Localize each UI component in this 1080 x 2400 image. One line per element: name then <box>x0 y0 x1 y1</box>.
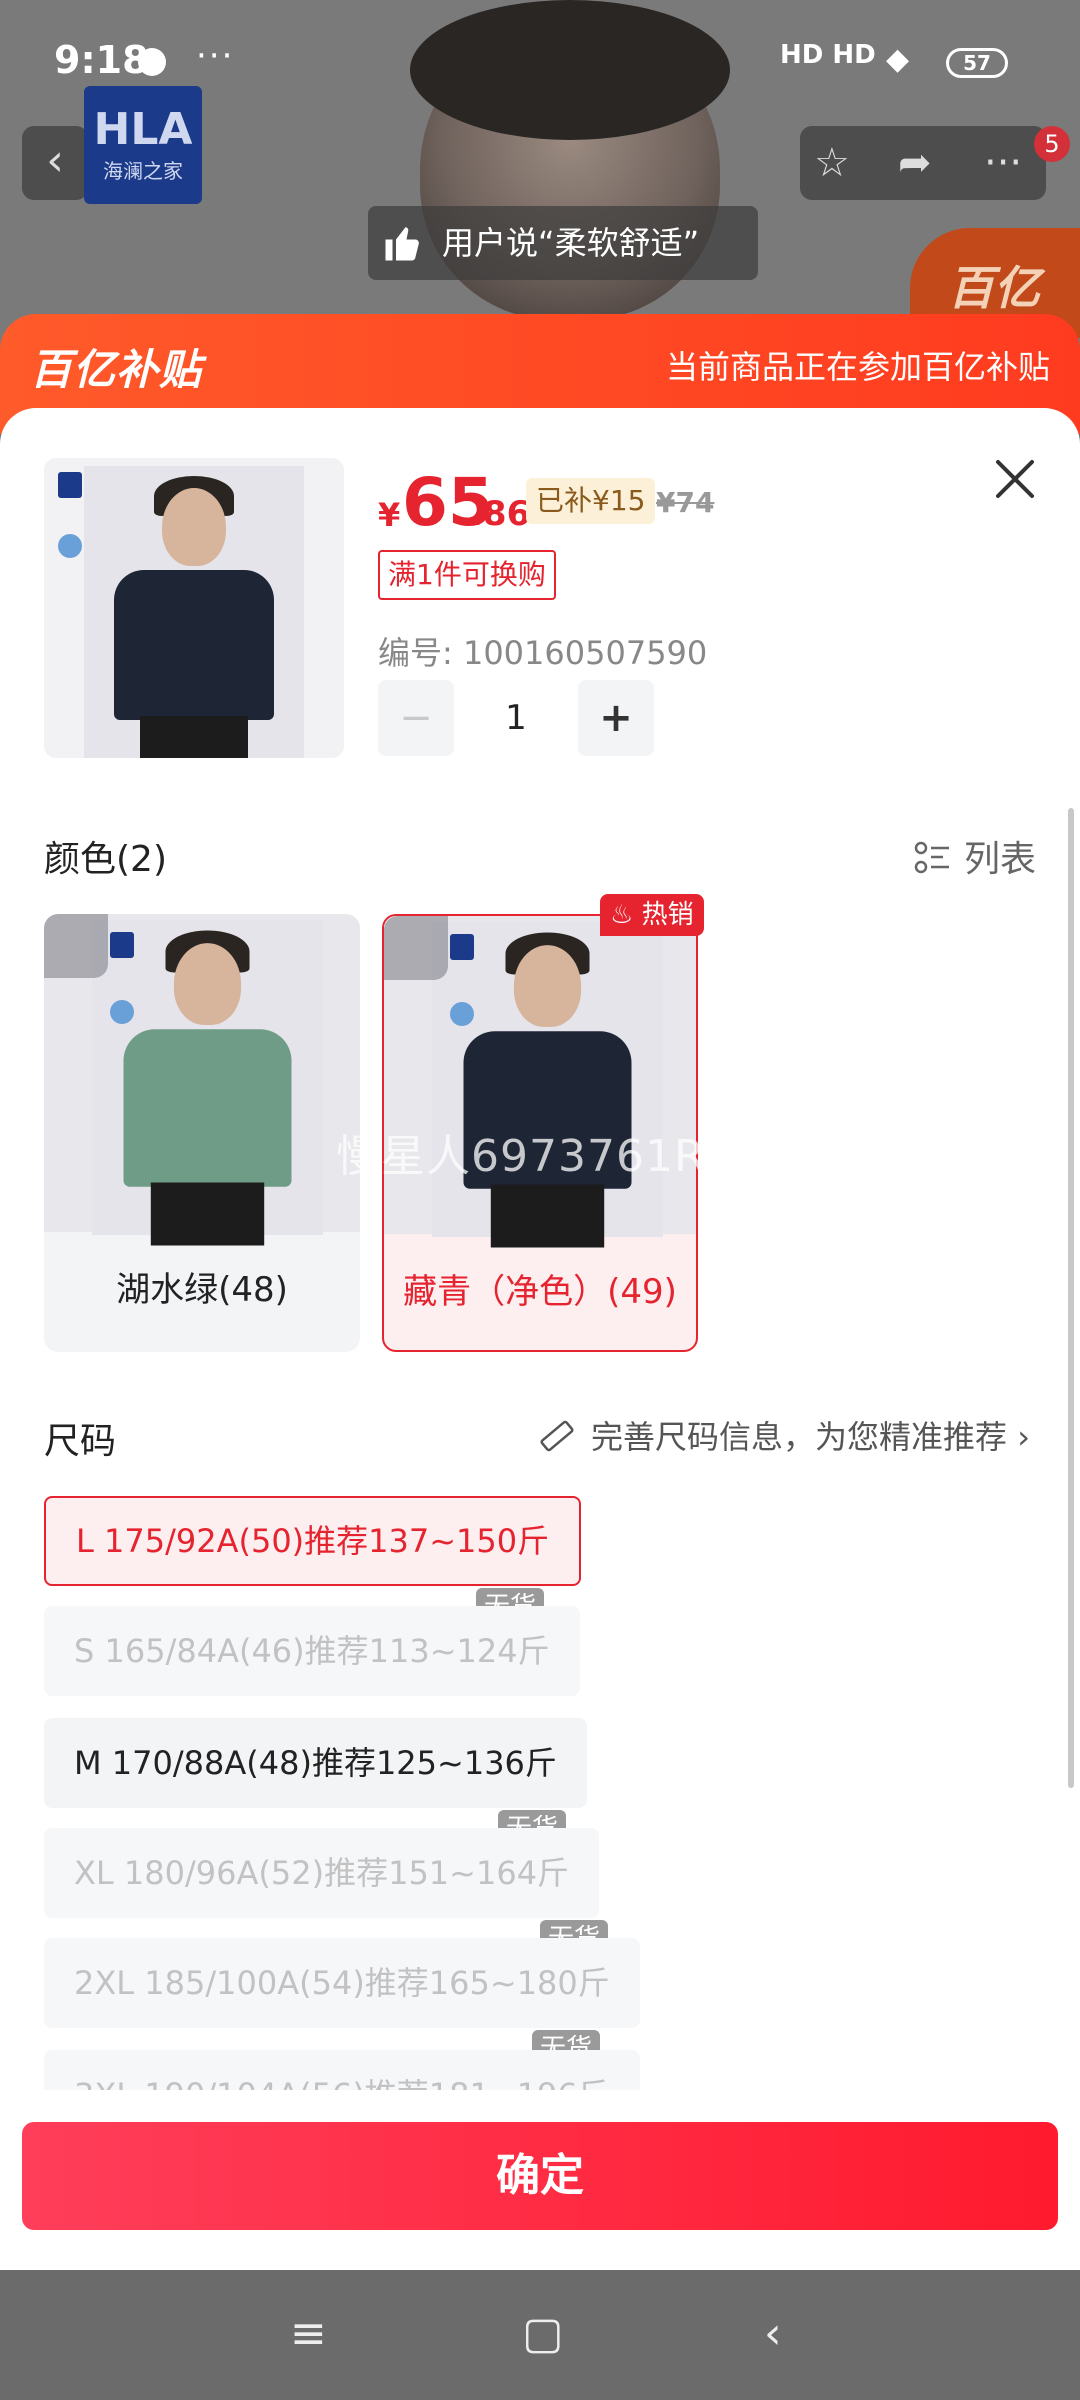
battery-icon: 57 <box>946 48 1008 78</box>
subsidy-logo: 百亿补贴 <box>30 345 203 394</box>
size-guide-text: 完善尺码信息，为您精准推荐 <box>591 1418 1008 1456</box>
price-currency: ¥ <box>378 496 401 534</box>
quantity-stepper: − 1 + <box>378 680 658 756</box>
status-more: ··· <box>196 36 235 76</box>
color-section-title: 颜色(2) <box>44 839 167 880</box>
watermark: 慢星人6973761R1 <box>336 1131 735 1182</box>
confirm-area: 确定 <box>0 2090 1080 2270</box>
list-view-toggle[interactable]: 列表 <box>914 830 1036 882</box>
sku-number: 编号: 100160507590 <box>378 634 708 672</box>
status-time: 9:18 <box>54 38 149 82</box>
back-icon[interactable]: ‹ <box>764 2308 782 2359</box>
more-icon[interactable]: ··· <box>984 140 1022 186</box>
brand-chip-icon <box>58 472 82 498</box>
hot-sale-badge: ♨ 热销 <box>600 894 704 936</box>
color-option-label: 藏青（净色）(49) <box>403 1272 677 1312</box>
confirm-button[interactable]: 确定 <box>22 2122 1058 2230</box>
sku-selection-sheet: ¥ 65 .86 已补¥15 ¥74 满1件可换购 编号: 1001605075… <box>0 408 1080 2270</box>
favorite-star-icon[interactable]: ☆ <box>814 140 850 186</box>
size-option-l[interactable]: L 175/92A(50)推荐137~150斤 <box>44 1496 582 1586</box>
close-icon[interactable] <box>990 454 1040 504</box>
size-option-m[interactable]: M 170/88A(48)推荐125~136斤 <box>44 1718 587 1808</box>
signal-icon: HD HD <box>780 40 876 70</box>
list-icon <box>914 841 949 874</box>
brand-logo-sub: 海澜之家 <box>103 159 183 183</box>
ruler-icon <box>540 1420 574 1452</box>
scrollbar[interactable] <box>1068 808 1074 1788</box>
size-section-title: 尺码 <box>44 1421 117 1462</box>
subsidy-tip: 当前商品正在参加百亿补贴 <box>665 348 1050 386</box>
price-decimal: .86 <box>470 494 531 534</box>
list-view-label: 列表 <box>963 839 1036 880</box>
user-review-text: 用户说“柔软舒适” <box>442 224 700 262</box>
brand-logo-text: HLA <box>93 104 193 155</box>
size-guide-link[interactable]: 完善尺码信息，为您精准推荐 › <box>537 1412 1030 1458</box>
user-review-tip: 用户说“柔软舒适” <box>368 206 758 280</box>
brand-logo: HLA 海澜之家 <box>84 86 202 204</box>
product-thumbnail[interactable] <box>44 458 344 758</box>
product-model <box>84 466 304 758</box>
subsidy-amount-chip: 已补¥15 <box>526 478 656 524</box>
decrease-button[interactable]: − <box>378 680 454 756</box>
alarm-icon <box>138 48 166 76</box>
chevron-right-icon: › <box>1007 1418 1030 1456</box>
share-icon[interactable]: ➦ <box>898 140 932 186</box>
menu-icon[interactable]: ≡ <box>290 2308 327 2359</box>
size-option-s[interactable]: S 165/84A(46)推荐113~124斤 <box>44 1606 580 1696</box>
color-option-label: 湖水绿(48) <box>116 1270 288 1310</box>
hot-sale-label: 热销 <box>641 900 694 930</box>
size-option-xl[interactable]: XL 180/96A(52)推荐151~164斤 <box>44 1828 600 1918</box>
increase-button[interactable]: + <box>578 680 654 756</box>
expand-icon[interactable] <box>44 914 108 978</box>
back-button[interactable]: ‹ <box>22 126 88 200</box>
top-actions: ☆ ➦ ··· <box>800 126 1046 200</box>
system-nav-bar: ≡ ▢ ‹ <box>0 2270 1080 2400</box>
eco-chip-icon <box>58 534 82 558</box>
notification-badge: 5 <box>1034 126 1070 162</box>
color-option-green[interactable]: 湖水绿(48) <box>44 914 360 1352</box>
original-price: ¥74 <box>656 486 715 519</box>
size-option-2xl[interactable]: 2XL 185/100A(54)推荐165~180斤 <box>44 1938 640 2028</box>
thumbs-up-icon <box>385 227 419 261</box>
flame-icon: ♨ <box>610 900 634 930</box>
home-icon[interactable]: ▢ <box>522 2308 564 2359</box>
expand-icon[interactable] <box>384 916 448 980</box>
promo-tag: 满1件可换购 <box>378 550 556 600</box>
quantity-value[interactable]: 1 <box>454 680 578 756</box>
wifi-icon: ◆ <box>886 42 910 77</box>
